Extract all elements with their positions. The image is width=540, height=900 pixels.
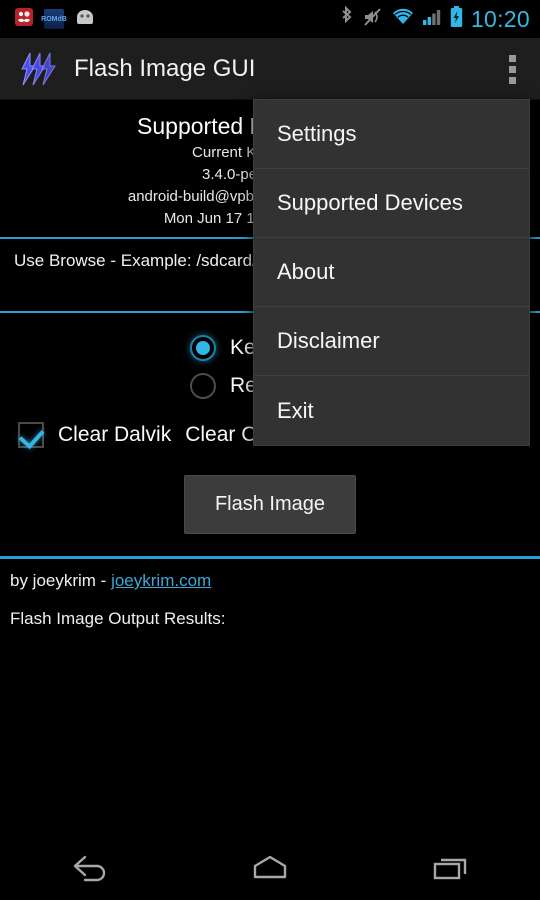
recents-button[interactable] — [400, 846, 500, 894]
back-button[interactable] — [40, 846, 140, 894]
recents-icon — [427, 853, 473, 888]
flash-image-button[interactable]: Flash Image — [183, 475, 357, 534]
volume-muted-icon — [363, 7, 383, 32]
overflow-popup-menu: Settings Supported Devices About Disclai… — [253, 99, 530, 446]
clear-dalvik-label: Clear Dalvik — [58, 423, 172, 446]
menu-item-supported-devices[interactable]: Supported Devices — [254, 169, 529, 238]
navigation-bar — [0, 840, 540, 900]
mustache-app-icon — [14, 7, 34, 32]
overflow-menu-icon[interactable] — [484, 38, 540, 100]
notification-icons: ROMdB — [14, 7, 96, 32]
credit-prefix: by joeykrim - — [10, 571, 112, 590]
android-screen: ROMdB 10:20 Flash Image GUI Supported Cu… — [0, 0, 540, 900]
system-status-icons — [339, 5, 463, 33]
home-icon — [247, 853, 293, 888]
output-results-header: Flash Image Output Results: — [10, 609, 226, 628]
author-link[interactable]: joeykrim.com — [111, 571, 211, 590]
radio-kernel-icon[interactable] — [190, 335, 216, 361]
romdb-icon: ROMdB — [41, 9, 67, 29]
lightning-bolt-icon — [18, 51, 58, 87]
status-clock: 10:20 — [470, 5, 530, 32]
radio-recovery-icon[interactable] — [190, 373, 216, 399]
clear-dalvik-checkbox[interactable] — [18, 422, 44, 448]
flash-button-container: Flash Image — [0, 475, 540, 534]
home-button[interactable] — [220, 846, 320, 894]
app-title: Flash Image GUI — [74, 54, 256, 82]
status-bar: ROMdB 10:20 — [0, 0, 540, 38]
overflow-dot — [508, 65, 516, 73]
overflow-dot — [508, 76, 516, 84]
cell-signal-icon — [422, 8, 441, 31]
menu-item-disclaimer[interactable]: Disclaimer — [254, 307, 529, 376]
battery-charging-icon — [450, 5, 463, 33]
overflow-dot — [508, 54, 516, 62]
android-head-icon — [74, 8, 96, 30]
action-bar: Flash Image GUI — [0, 38, 540, 100]
credit-line: by joeykrim - joeykrim.com — [0, 559, 540, 591]
bluetooth-icon — [339, 5, 354, 33]
back-icon — [67, 853, 113, 888]
menu-item-about[interactable]: About — [254, 238, 529, 307]
wifi-icon — [392, 8, 414, 31]
menu-item-settings[interactable]: Settings — [254, 100, 529, 169]
menu-item-exit[interactable]: Exit — [254, 376, 529, 445]
